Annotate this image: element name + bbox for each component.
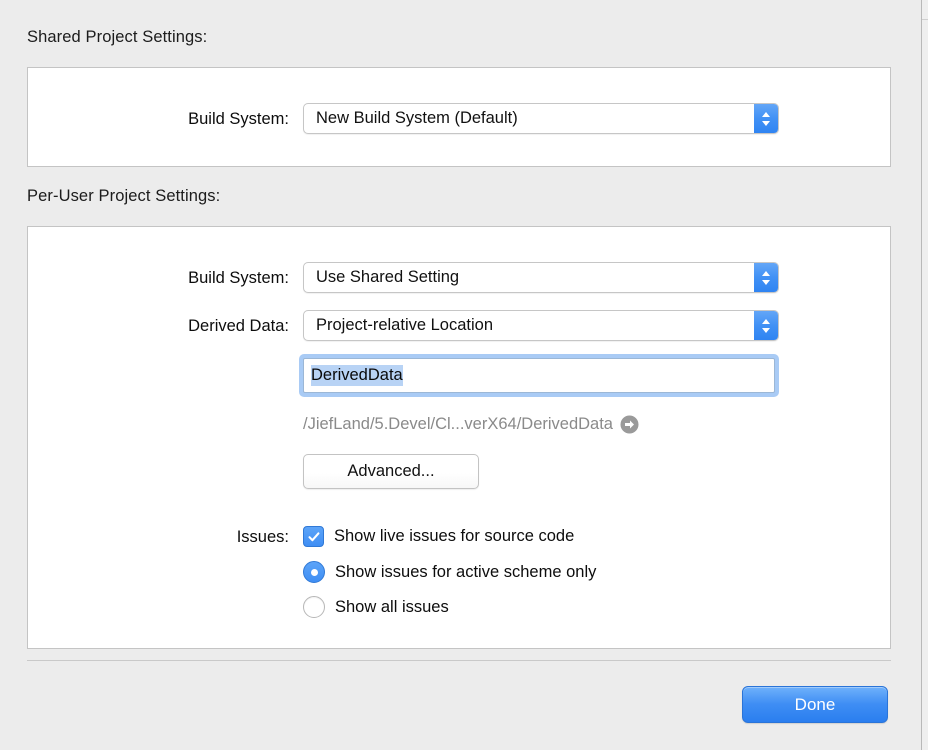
derived-data-resolved-path-row: /JiefLand/5.Devel/Cl...verX64/DerivedDat… — [303, 415, 639, 434]
advanced-button[interactable]: Advanced... — [303, 454, 479, 489]
shared-build-system-popup[interactable]: New Build System (Default) — [303, 103, 779, 134]
shared-build-system-label: Build System: — [188, 110, 289, 128]
done-button[interactable]: Done — [742, 686, 888, 723]
derived-data-path-input-value: DerivedData — [311, 365, 403, 386]
shared-project-settings-heading: Shared Project Settings: — [27, 28, 208, 46]
chevron-up-down-icon[interactable] — [754, 263, 778, 292]
chevron-up-down-icon[interactable] — [754, 104, 778, 133]
shared-build-system-value: New Build System (Default) — [316, 109, 518, 127]
per-user-build-system-popup[interactable]: Use Shared Setting — [303, 262, 779, 293]
window-top-hairline — [922, 19, 928, 20]
window-outer-edge — [922, 0, 928, 750]
derived-data-resolved-path-text: /JiefLand/5.Devel/Cl...verX64/DerivedDat… — [303, 415, 613, 433]
footer-divider — [27, 660, 891, 661]
show-all-issues-label: Show all issues — [335, 597, 449, 616]
derived-data-path-focus-ring: DerivedData — [299, 354, 779, 397]
derived-data-location-popup[interactable]: Project-relative Location — [303, 310, 779, 341]
chevron-up-down-icon[interactable] — [754, 311, 778, 340]
radio-selected-icon[interactable] — [303, 561, 325, 583]
per-user-build-system-label: Build System: — [188, 269, 289, 287]
per-user-build-system-value: Use Shared Setting — [316, 268, 460, 286]
show-live-issues-label: Show live issues for source code — [334, 527, 575, 545]
checkmark-icon[interactable] — [303, 526, 324, 547]
arrow-right-circle-icon[interactable] — [620, 415, 639, 434]
show-all-issues-radio-row[interactable]: Show all issues — [303, 596, 449, 618]
derived-data-location-value: Project-relative Location — [316, 316, 494, 334]
radio-unselected-icon[interactable] — [303, 596, 325, 618]
show-live-issues-checkbox-row[interactable]: Show live issues for source code — [303, 526, 574, 547]
project-settings-pane: Shared Project Settings: Build System: N… — [0, 0, 921, 750]
show-active-scheme-issues-label: Show issues for active scheme only — [335, 562, 597, 581]
derived-data-label: Derived Data: — [188, 317, 289, 335]
per-user-project-settings-heading: Per-User Project Settings: — [27, 187, 221, 205]
issues-label: Issues: — [236, 528, 289, 546]
show-active-scheme-issues-radio-row[interactable]: Show issues for active scheme only — [303, 561, 596, 583]
derived-data-path-input[interactable]: DerivedData — [303, 358, 775, 393]
